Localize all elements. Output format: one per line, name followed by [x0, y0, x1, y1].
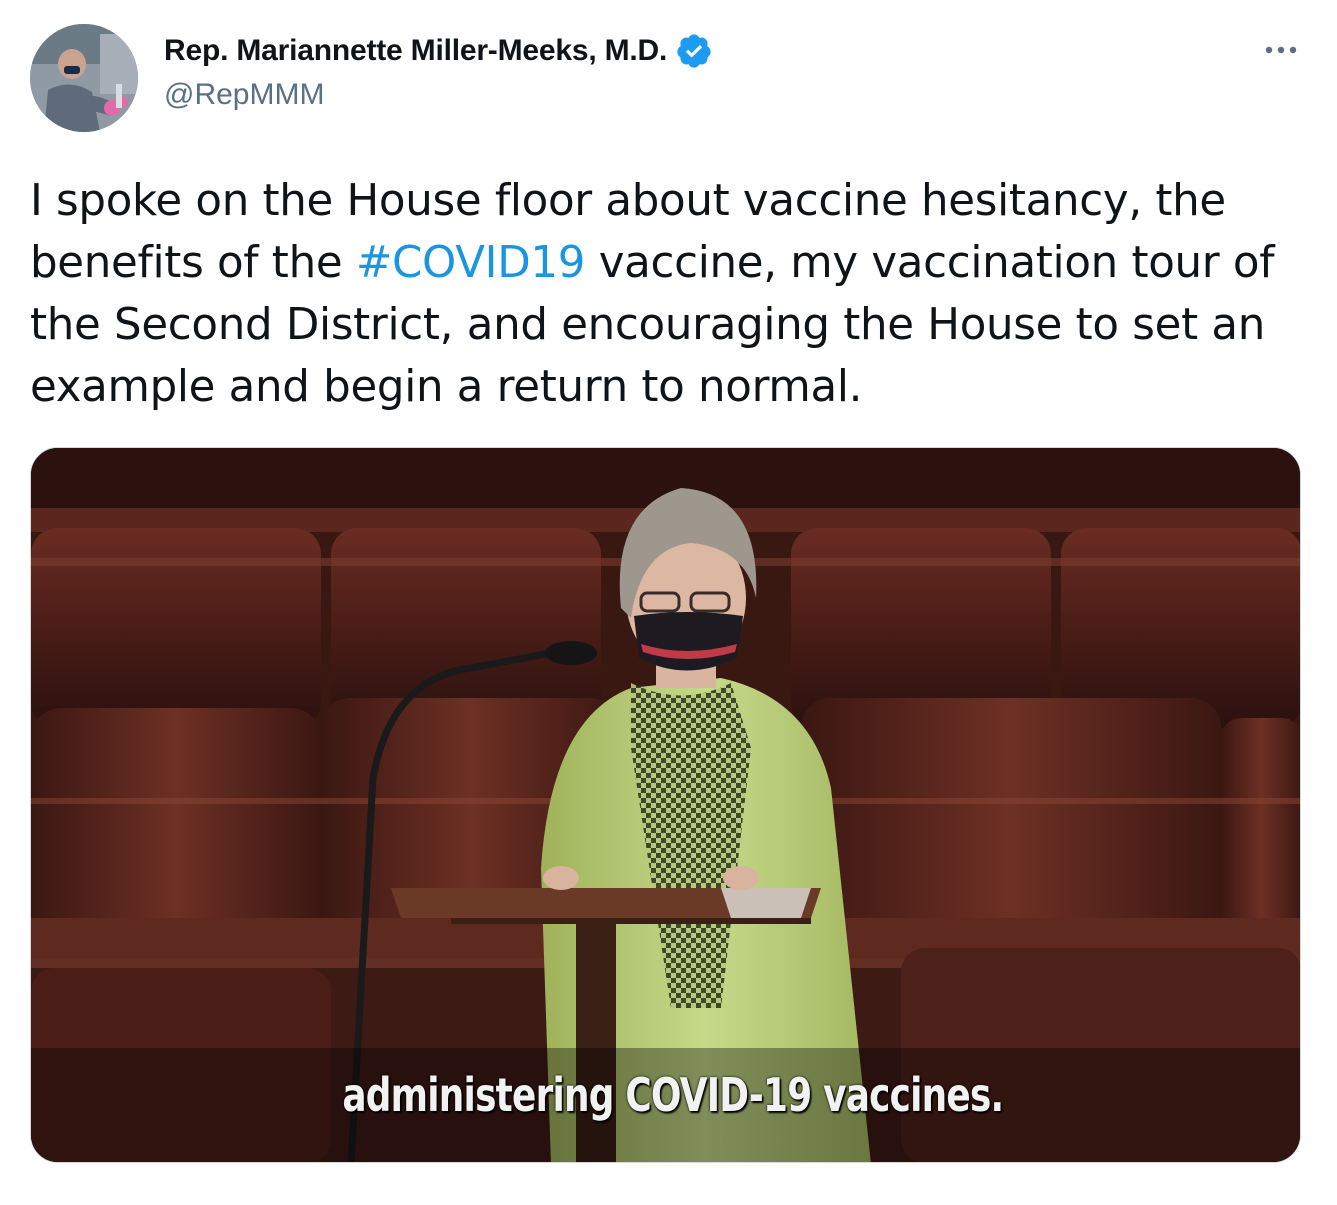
author-avatar[interactable]	[30, 24, 138, 132]
avatar-photo	[30, 24, 138, 132]
author-display-name[interactable]: Rep. Mariannette Miller-Meeks, M.D.	[164, 34, 667, 68]
tweet-text: I spoke on the House floor about vaccine…	[30, 170, 1315, 418]
video-media[interactable]: administering COVID-19 vaccines.	[30, 447, 1301, 1163]
author-info: Rep. Mariannette Miller-Meeks, M.D. @Rep…	[164, 30, 713, 112]
more-horizontal-icon	[1265, 46, 1297, 54]
display-name-row: Rep. Mariannette Miller-Meeks, M.D.	[164, 30, 713, 72]
video-frame	[31, 448, 1300, 1162]
hashtag-link[interactable]: #COVID19	[356, 238, 586, 288]
verified-badge-icon	[675, 32, 713, 70]
author-handle[interactable]: @RepMMM	[164, 78, 713, 112]
more-options-button[interactable]	[1261, 30, 1301, 70]
tweet-card: Rep. Mariannette Miller-Meeks, M.D. @Rep…	[0, 0, 1337, 1205]
